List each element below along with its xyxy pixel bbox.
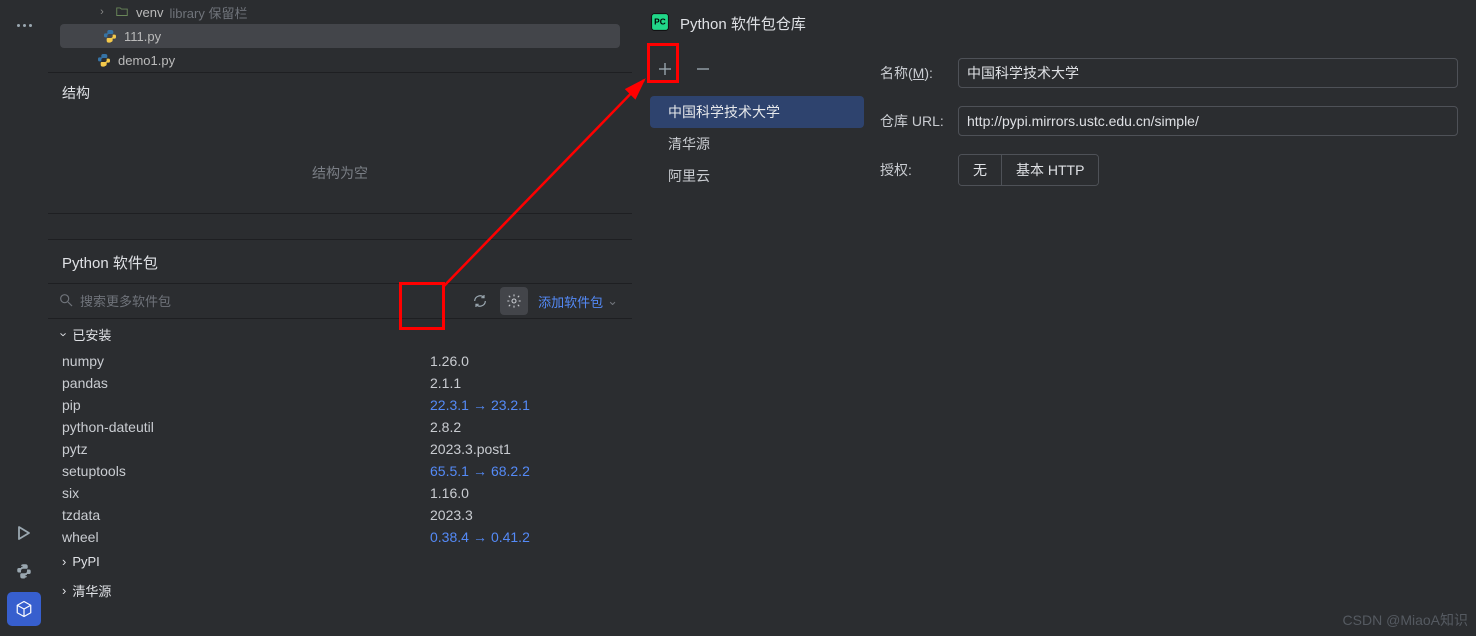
section-tsinghua[interactable]: › 清华源 xyxy=(48,575,632,606)
url-label: 仓库 URL: xyxy=(880,111,946,131)
auth-label: 授权: xyxy=(880,160,946,180)
package-version: 2023.3.post1 xyxy=(430,441,511,457)
name-label: 名称(M): xyxy=(880,63,946,83)
package-row[interactable]: pandas2.1.1 xyxy=(48,372,632,394)
add-repo-button[interactable] xyxy=(652,60,678,84)
search-icon xyxy=(58,292,74,311)
section-tsinghua-label: 清华源 xyxy=(72,581,111,600)
add-package-button[interactable]: 添加软件包 ⌄ xyxy=(534,292,622,311)
chevron-right-icon: › xyxy=(62,554,66,569)
package-row[interactable]: setuptools65.5.1→68.2.2 xyxy=(48,460,632,482)
repo-name-input[interactable] xyxy=(958,58,1458,88)
repo-item-aliyun[interactable]: 阿里云 xyxy=(650,160,864,192)
package-row[interactable]: tzdata2023.3 xyxy=(48,504,632,526)
auth-none-button[interactable]: 无 xyxy=(959,155,1001,185)
package-name: python-dateutil xyxy=(62,419,430,435)
installed-group[interactable]: › 已安装 xyxy=(48,319,632,350)
watermark: CSDN @MiaoA知识 xyxy=(1343,610,1468,630)
package-name: pandas xyxy=(62,375,430,391)
section-pypi[interactable]: › PyPI xyxy=(48,548,632,575)
package-version: 22.3.1→23.2.1 xyxy=(430,397,530,413)
installed-label: 已安装 xyxy=(72,325,111,344)
package-row[interactable]: pytz2023.3.post1 xyxy=(48,438,632,460)
tree-file-1[interactable]: 111.py xyxy=(60,24,620,48)
svg-text:PC: PC xyxy=(654,16,666,26)
package-row[interactable]: python-dateutil2.8.2 xyxy=(48,416,632,438)
tree-venv-hint: library 保留栏 xyxy=(169,3,247,22)
package-name: tzdata xyxy=(62,507,430,523)
more-icon[interactable] xyxy=(7,8,41,42)
package-row[interactable]: numpy1.26.0 xyxy=(48,350,632,372)
chevron-down-icon: › xyxy=(57,332,72,336)
chevron-down-icon: ⌄ xyxy=(607,293,618,309)
package-row[interactable]: six1.16.0 xyxy=(48,482,632,504)
package-name: setuptools xyxy=(62,463,430,479)
tree-venv-name: venv xyxy=(136,5,163,20)
package-name: pip xyxy=(62,397,430,413)
structure-title: 结构 xyxy=(62,83,618,103)
run-icon[interactable] xyxy=(7,516,41,550)
repo-url-input[interactable] xyxy=(958,106,1458,136)
package-version: 65.5.1→68.2.2 xyxy=(430,463,530,479)
tree-file-2[interactable]: demo1.py xyxy=(48,48,632,72)
remove-repo-button[interactable] xyxy=(690,60,716,84)
package-name: numpy xyxy=(62,353,430,369)
packages-title: Python 软件包 xyxy=(48,239,632,283)
python-console-icon[interactable] xyxy=(7,554,41,588)
structure-empty: 结构为空 xyxy=(62,163,618,183)
repo-item-tsinghua[interactable]: 清华源 xyxy=(650,128,864,160)
search-input[interactable] xyxy=(80,294,460,309)
folder-icon xyxy=(114,4,130,20)
package-version: 2.8.2 xyxy=(430,419,461,435)
package-version: 0.38.4→0.41.2 xyxy=(430,529,530,545)
chevron-right-icon: › xyxy=(62,583,66,598)
tree-file-2-label: demo1.py xyxy=(118,53,175,68)
package-version: 1.16.0 xyxy=(430,485,469,501)
tree-venv[interactable]: › venv library 保留栏 xyxy=(48,0,632,24)
package-version: 2023.3 xyxy=(430,507,473,523)
add-package-label: 添加软件包 xyxy=(538,292,603,311)
package-name: pytz xyxy=(62,441,430,457)
auth-toggle: 无 基本 HTTP xyxy=(958,154,1099,186)
section-pypi-label: PyPI xyxy=(72,554,99,569)
auth-basic-button[interactable]: 基本 HTTP xyxy=(1001,155,1098,185)
package-name: six xyxy=(62,485,430,501)
tree-file-1-label: 111.py xyxy=(124,29,161,44)
refresh-icon[interactable] xyxy=(466,287,494,315)
dialog-title: Python 软件包仓库 xyxy=(680,13,806,34)
package-row[interactable]: wheel0.38.4→0.41.2 xyxy=(48,526,632,548)
gear-icon[interactable] xyxy=(500,287,528,315)
package-name: wheel xyxy=(62,529,430,545)
package-row[interactable]: pip22.3.1→23.2.1 xyxy=(48,394,632,416)
repo-item-ustc[interactable]: 中国科学技术大学 xyxy=(650,96,864,128)
python-file-icon xyxy=(102,28,118,44)
pycharm-icon: PC xyxy=(650,12,670,35)
packages-tool-icon[interactable] xyxy=(7,592,41,626)
python-file-icon xyxy=(96,52,112,68)
chevron-right-icon: › xyxy=(96,6,108,18)
package-version: 1.26.0 xyxy=(430,353,469,369)
package-version: 2.1.1 xyxy=(430,375,461,391)
